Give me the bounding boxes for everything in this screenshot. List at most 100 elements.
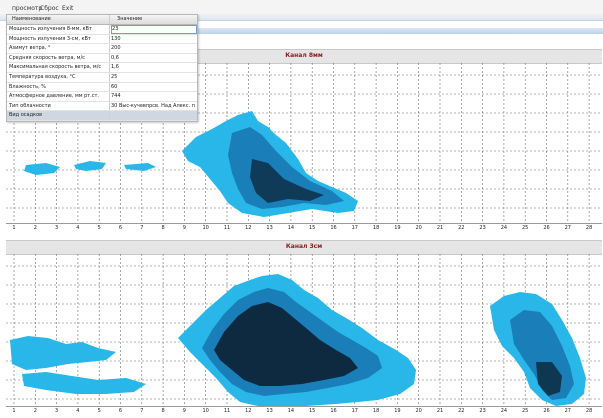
property-value[interactable]: 130 xyxy=(111,36,195,42)
property-name: Мощность излучения 8-мм, кВт xyxy=(9,26,92,32)
axis-tick-label: 10 xyxy=(202,408,209,414)
axis-tick-label: 23 xyxy=(479,408,486,414)
axis-tick-label: 19 xyxy=(394,225,401,231)
header-name[interactable]: Наименование xyxy=(12,16,112,22)
axis-tick-label: 15 xyxy=(309,225,316,231)
echo-cloud-3cm-left xyxy=(10,336,116,370)
property-name: Максимальная скорость ветра, м/с xyxy=(9,64,102,71)
axis-tick-label: 23 xyxy=(479,225,486,231)
axis-tick-label: 26 xyxy=(543,225,550,231)
axis-tick-label: 1 xyxy=(12,408,16,414)
property-value[interactable]: 0,6 xyxy=(111,55,195,61)
property-row[interactable]: Средняя скорость ветра, м/с 0,6 xyxy=(7,53,197,64)
channel-3cm-axis: 1 2 3 4 5 6 7 8 9 10 11 12 13 14 15 16 17 18 19 20 21 22 23 24 2… xyxy=(6,406,602,417)
property-row[interactable]: Тип облачности 30 Выс-кучевпрсв. Над Але… xyxy=(7,101,197,112)
axis-tick-label: 1 xyxy=(12,225,16,231)
axis-tick-label: 17 xyxy=(351,225,358,231)
axis-tick-label: 27 xyxy=(564,225,571,231)
property-name: Средняя скорость ветра, м/с xyxy=(9,54,85,61)
header-band xyxy=(196,28,603,34)
axis-tick-label: 21 xyxy=(436,408,444,414)
axis-tick-label: 7 xyxy=(140,408,144,414)
channel-3cm-echoes xyxy=(10,274,586,406)
axis-tick-label: 5 xyxy=(97,225,101,231)
property-name: Тип облачности xyxy=(9,102,51,109)
property-value[interactable]: 1,6 xyxy=(111,64,195,70)
echo-cloud-3cm-left-2 xyxy=(22,372,146,394)
axis-tick-label: 10 xyxy=(202,225,209,231)
property-value[interactable]: 30 Выс-кучевпрсв. Над Алекс. прсв xyxy=(111,103,195,109)
channel-3cm-title: Канал 3см xyxy=(6,240,602,255)
property-row[interactable]: Азимут ветра, ° 200 xyxy=(7,44,197,54)
property-name: Атмосферное давление, мм рт.ст. xyxy=(9,93,100,100)
channel-3cm-plot[interactable] xyxy=(6,254,602,406)
axis-tick-label: 17 xyxy=(351,408,358,414)
header-value[interactable]: Значение xyxy=(117,16,201,22)
axis-tick-label: 25 xyxy=(522,408,529,414)
property-value[interactable]: 60 xyxy=(111,84,195,90)
axis-tick-label: 19 xyxy=(394,408,401,414)
axis-tick-label: 12 xyxy=(245,225,252,231)
property-row[interactable]: Максимальная скорость ветра, м/с 1,6 xyxy=(7,63,197,73)
property-name: Температура воздуха, °С xyxy=(9,73,76,80)
properties-table: Наименование Значение Мощность излучения… xyxy=(6,14,198,122)
axis-tick-label: 13 xyxy=(266,408,273,414)
property-name: Влажность, % xyxy=(9,83,47,90)
channel-8mm-echoes xyxy=(24,111,358,217)
axis-tick-label: 5 xyxy=(97,408,101,414)
axis-tick-label: 25 xyxy=(522,225,529,231)
menu-item-view[interactable]: просмотр xyxy=(12,5,42,12)
property-row[interactable]: Мощность излучения 3-см, кВт 130 xyxy=(7,34,197,45)
echo-cloud-8mm-patch-1 xyxy=(24,163,60,175)
axis-tick-label: 28 xyxy=(585,225,593,231)
channel-3cm-svg xyxy=(6,254,602,406)
property-value-input[interactable]: 23 xyxy=(111,25,197,34)
radar-viewer-window: просмотр Сброс Exit ДВ Канал 8мм 1234567… xyxy=(0,0,603,418)
axis-tick-label: 6 xyxy=(118,225,123,231)
channel-8mm-axis: 1 2 3 4 5 6 7 8 9 10 11 12 13 14 15 16 17 18 19 20 21 22 23 24 2… xyxy=(6,223,602,234)
property-name: Азимут ветра, ° xyxy=(9,45,51,52)
axis-tick-label: 18 xyxy=(372,408,380,414)
axis-tick-label: 24 xyxy=(500,408,508,414)
property-value[interactable]: 25 xyxy=(111,74,195,80)
axis-tick-label: 14 xyxy=(287,408,295,414)
menu-bar: просмотр Сброс Exit xyxy=(0,0,603,14)
axis-tick-label: 28 xyxy=(585,408,593,414)
property-row[interactable]: Атмосферное давление, мм рт.ст. 744 xyxy=(7,92,197,102)
axis-tick-label: 13 xyxy=(266,225,273,231)
axis-tick-label: 9 xyxy=(182,225,186,231)
property-row[interactable]: Влажность, % 60 xyxy=(7,82,197,93)
axis-tick-label: 3 xyxy=(55,408,59,414)
axis-tick-label: 8 xyxy=(161,225,165,231)
axis-tick-label: 18 xyxy=(372,225,380,231)
axis-tick-label: 3 xyxy=(55,225,59,231)
property-row[interactable]: Температура воздуха, °С 25 xyxy=(7,72,197,83)
axis-tick-label: 26 xyxy=(543,408,550,414)
property-row[interactable]: Вид осадков xyxy=(7,111,197,121)
property-name: Мощность излучения 3-см, кВт xyxy=(9,35,91,42)
axis-tick-label: 27 xyxy=(564,408,571,414)
property-row[interactable]: Мощность излучения 8-мм, кВт 23 xyxy=(7,25,197,35)
channel-3cm-panel: Канал 3см 1 2 3 4 5 6 7 8 9 10 11 12 13 14 15 16 17 18 19 2… xyxy=(6,240,602,418)
axis-tick-label: 6 xyxy=(118,408,123,414)
property-value[interactable]: 200 xyxy=(111,45,195,51)
axis-tick-label: 4 xyxy=(76,408,80,414)
axis-tick-label: 12 xyxy=(245,408,252,414)
properties-header: Наименование Значение xyxy=(7,15,197,25)
axis-tick-label: 22 xyxy=(458,408,465,414)
axis-tick-label: 15 xyxy=(309,408,316,414)
property-value[interactable]: 744 xyxy=(111,93,195,99)
menu-item-reset[interactable]: Сброс xyxy=(40,5,59,12)
menu-item-exit[interactable]: Exit xyxy=(62,5,73,12)
axis-tick-label: 16 xyxy=(330,408,337,414)
axis-tick-label: 11 xyxy=(223,225,231,231)
axis-tick-label: 9 xyxy=(182,408,186,414)
axis-tick-label: 2 xyxy=(33,225,37,231)
axis-tick-label: 8 xyxy=(161,408,165,414)
axis-tick-label: 2 xyxy=(33,408,37,414)
axis-tick-label: 20 xyxy=(415,408,422,414)
axis-tick-label: 20 xyxy=(415,225,422,231)
axis-tick-label: 21 xyxy=(436,225,444,231)
echo-cloud-8mm-patch-2 xyxy=(74,161,106,171)
axis-tick-label: 7 xyxy=(140,225,144,231)
